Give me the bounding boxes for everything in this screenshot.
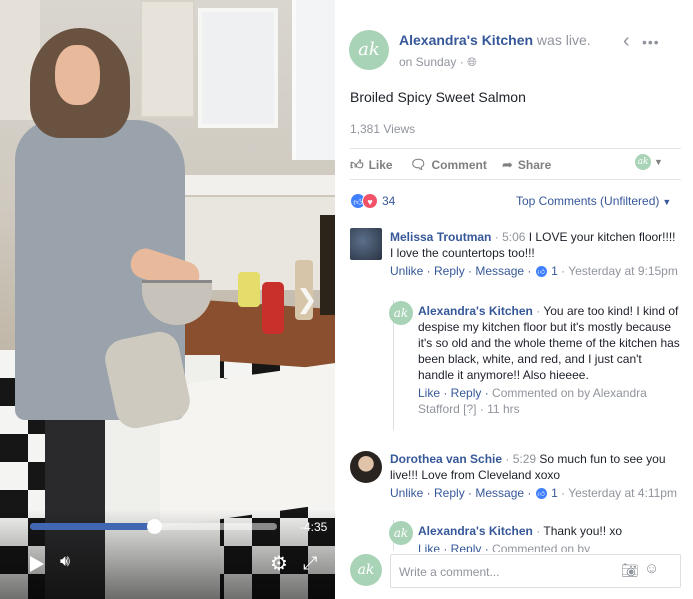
comment-like-count[interactable]: 1	[551, 486, 558, 500]
play-icon[interactable]	[30, 556, 44, 572]
video-time-remaining: -4:35	[300, 520, 328, 534]
comment-actions: Unlike · Reply · Message · 👍︎ 1 · Yester…	[390, 486, 677, 501]
page-avatar-composer: ak	[350, 554, 382, 586]
caret-down-icon: ▼	[662, 196, 672, 207]
post-timestamp: on Sunday · 🌐︎	[399, 55, 477, 70]
comment-actions: Like · Reply · Commented on by Alexandra…	[418, 385, 680, 417]
like-reaction-icon: 👍︎	[534, 487, 548, 501]
commenter-avatar[interactable]	[350, 451, 382, 483]
comment: Melissa Troutman · 5:06 I LOVE your kitc…	[390, 229, 680, 279]
video-frame-window	[198, 8, 278, 128]
live-video-player[interactable]: ❯ -4:35 🔊︎ ⚙︎ ⤢	[0, 0, 335, 599]
post-as-selector[interactable]: ak ▼	[635, 154, 663, 170]
comment-time-text: 5:29	[512, 452, 537, 466]
comment-icon: 🗨︎	[410, 157, 427, 172]
page-avatar-reply[interactable]: ak	[389, 301, 413, 325]
globe-icon: 🌐︎	[467, 55, 477, 69]
comment-label: Comment	[431, 158, 487, 172]
share-button[interactable]: ➦ Share	[502, 157, 551, 173]
comment-composer: ak Write a comment... 📷︎ ☺	[350, 552, 681, 590]
video-frame-jar	[238, 272, 260, 307]
video-frame-cabinet	[140, 0, 195, 118]
video-progress-fill	[30, 523, 154, 530]
video-frame-window	[292, 0, 335, 160]
comment-author[interactable]: Alexandra's Kitchen	[418, 304, 533, 318]
page-avatar[interactable]: ak	[349, 30, 389, 70]
commenter-avatar[interactable]	[350, 228, 382, 260]
page-name-link[interactable]: Alexandra's Kitchen	[399, 32, 533, 48]
share-label: Share	[517, 158, 552, 172]
page-avatar-small: ak	[635, 154, 651, 170]
comment-author[interactable]: Alexandra's Kitchen	[418, 524, 533, 538]
post-action-bar: 👍︎ Like 🗨︎ Comment ➦ Share ak ▼	[350, 148, 681, 180]
camera-icon[interactable]: 📷︎	[621, 562, 639, 579]
post-header: Alexandra's Kitchen was live.	[399, 32, 591, 48]
like-label: Like	[368, 158, 393, 172]
live-status-text: was live.	[533, 32, 591, 48]
caret-down-icon: ▼	[654, 157, 663, 167]
comment-action-links[interactable]: Like · Reply ·	[418, 386, 489, 400]
like-button[interactable]: 👍︎ Like	[350, 157, 393, 173]
page-avatar-reply[interactable]: ak	[389, 521, 413, 545]
post-title: Broiled Spicy Sweet Salmon	[350, 89, 526, 105]
expand-icon[interactable]: ⤢	[303, 553, 317, 574]
comment-video-time[interactable]: · 5:06	[495, 230, 526, 244]
comment-timestamp[interactable]: Yesterday at 9:15pm	[568, 264, 678, 278]
reactions-summary[interactable]: 👍︎ ♥ 34	[350, 193, 395, 209]
comment-button[interactable]: 🗨︎ Comment	[410, 157, 487, 173]
emoji-icon[interactable]: ☺	[644, 560, 659, 577]
video-frame-person	[55, 45, 100, 105]
comment-timestamp[interactable]: Yesterday at 4:11pm	[568, 486, 677, 500]
video-scrubber-handle[interactable]	[146, 519, 162, 534]
like-reaction-icon: 👍︎	[534, 265, 548, 279]
reaction-count: 34	[382, 194, 396, 208]
view-count: 1,381 Views	[350, 122, 416, 136]
comment-actions: Unlike · Reply · Message · 👍︎ 1 · Yester…	[390, 264, 678, 279]
thumbs-up-icon: 👍︎	[350, 157, 364, 172]
share-arrow-icon: ➦	[502, 157, 513, 172]
comment-sort-dropdown[interactable]: Top Comments (Unfiltered) ▼	[516, 194, 671, 208]
separator: ·	[456, 55, 468, 69]
comment-time-text: 5:06	[502, 230, 526, 244]
video-frame-bottle	[262, 282, 284, 334]
comment-action-links[interactable]: Unlike · Reply · Message ·	[390, 486, 531, 500]
comment-video-time[interactable]: · 5:29	[505, 452, 536, 466]
gear-icon[interactable]: ⚙︎	[270, 551, 288, 576]
volume-icon[interactable]: 🔊︎	[60, 553, 70, 571]
video-frame-bottle	[320, 215, 335, 315]
comment-sort-label: Top Comments (Unfiltered)	[516, 194, 660, 208]
chevron-right-icon[interactable]: ❯	[296, 286, 318, 312]
more-options-icon[interactable]: •••	[642, 34, 660, 50]
comment-author[interactable]: Dorothea van Schie	[390, 452, 502, 466]
comment: Dorothea van Schie · 5:29 So much fun to…	[390, 451, 680, 501]
post-sidebar: ak Alexandra's Kitchen was live. on Sund…	[335, 0, 693, 599]
comment-reply: Alexandra's Kitchen · You are too kind! …	[418, 303, 680, 417]
comment-action-links[interactable]: Unlike · Reply · Message ·	[390, 264, 531, 278]
comment-like-count[interactable]: 1	[551, 264, 558, 278]
love-reaction-icon: ♥	[362, 193, 378, 209]
comment-author[interactable]: Melissa Troutman	[390, 230, 491, 244]
comment-text: Thank you!! xo	[543, 524, 623, 538]
timestamp-text[interactable]: on Sunday	[399, 55, 456, 69]
chevron-left-icon[interactable]: ‹	[623, 30, 630, 53]
